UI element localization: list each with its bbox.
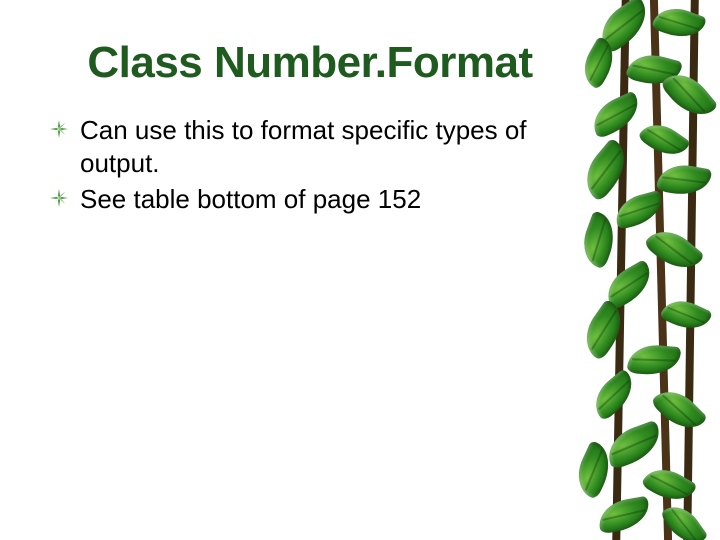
bullet-text: See table bottom of page 152 [80, 184, 421, 214]
list-item: Can use this to format specific types of… [50, 114, 570, 179]
slide-title: Class Number.Format [50, 40, 570, 86]
slide: Class Number.Format Can use [0, 0, 720, 540]
burst-icon [50, 189, 68, 207]
bullet-text: Can use this to format specific types of… [80, 115, 527, 178]
burst-icon [50, 120, 68, 138]
leaf-decoration [570, 0, 720, 540]
list-item: See table bottom of page 152 [50, 183, 570, 216]
bullet-list: Can use this to format specific types of… [50, 114, 570, 216]
